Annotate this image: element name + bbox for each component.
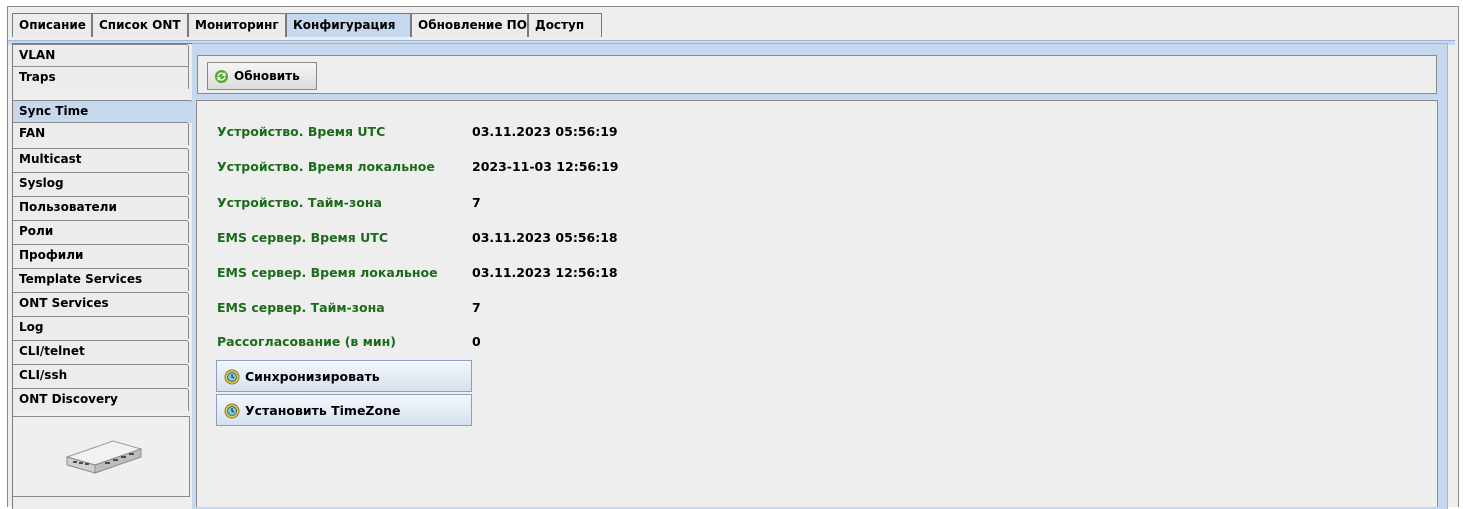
set-timezone-button[interactable]: Установить TimeZone <box>216 394 472 426</box>
ems-local-label: EMS сервер. Время локальное <box>217 265 438 280</box>
tab-ont-list[interactable]: Список ONT <box>92 13 188 37</box>
device-utc-label: Устройство. Время UTC <box>217 124 386 139</box>
tab-configuration[interactable]: Конфигурация <box>286 13 411 37</box>
set-timezone-label: Установить TimeZone <box>245 403 401 418</box>
tab-access[interactable]: Доступ <box>528 13 602 37</box>
left-item-syslog[interactable]: Syslog <box>13 172 189 195</box>
device-local-label: Устройство. Время локальное <box>217 159 435 174</box>
left-item-multicast[interactable]: Multicast <box>13 148 189 171</box>
left-item-profiles[interactable]: Профили <box>13 244 189 267</box>
left-item-traps[interactable]: Traps <box>13 66 189 89</box>
left-item-ont-discovery[interactable]: ONT Discovery <box>13 388 189 411</box>
left-item-vlan[interactable]: VLAN <box>13 44 189 67</box>
clock-sync-icon <box>224 403 240 419</box>
left-item-template-services[interactable]: Template Services <box>13 268 189 291</box>
tab-monitoring[interactable]: Мониторинг <box>188 13 286 37</box>
synchronize-label: Синхронизировать <box>245 369 380 384</box>
left-item-users[interactable]: Пользователи <box>13 196 189 219</box>
tab-firmware-update[interactable]: Обновление ПО <box>411 13 528 37</box>
clock-sync-icon <box>224 369 240 385</box>
left-item-ont-services[interactable]: ONT Services <box>13 292 189 315</box>
ems-local-value: 03.11.2023 12:56:18 <box>472 265 618 280</box>
mismatch-value: 0 <box>472 334 481 349</box>
toolbar <box>197 55 1437 94</box>
left-menu: VLAN Traps Sync Time FAN Multicast Syslo… <box>12 43 194 509</box>
device-timezone-value: 7 <box>472 195 481 210</box>
ems-timezone-label: EMS сервер. Тайм-зона <box>217 300 385 315</box>
left-item-fan[interactable]: FAN <box>13 122 189 145</box>
left-item-cli-telnet[interactable]: CLI/telnet <box>13 340 189 363</box>
ems-utc-label: EMS сервер. Время UTC <box>217 230 389 245</box>
refresh-button[interactable]: Обновить <box>207 62 317 90</box>
ems-utc-value: 03.11.2023 05:56:18 <box>472 230 618 245</box>
device-timezone-label: Устройство. Тайм-зона <box>217 195 382 210</box>
refresh-label: Обновить <box>234 69 300 83</box>
device-local-value: 2023-11-03 12:56:19 <box>472 159 619 174</box>
tab-description[interactable]: Описание <box>12 13 92 37</box>
left-item-sync-time[interactable]: Sync Time <box>13 100 193 123</box>
mismatch-label: Рассогласование (в мин) <box>217 334 396 349</box>
refresh-icon <box>214 69 229 84</box>
device-image-box <box>13 416 190 497</box>
left-item-cli-ssh[interactable]: CLI/ssh <box>13 364 189 387</box>
synchronize-button[interactable]: Синхронизировать <box>216 360 472 392</box>
device-utc-value: 03.11.2023 05:56:19 <box>472 124 618 139</box>
left-item-log[interactable]: Log <box>13 316 189 339</box>
ems-timezone-value: 7 <box>472 300 481 315</box>
left-item-roles[interactable]: Роли <box>13 220 189 243</box>
olt-device-icon <box>65 440 143 474</box>
